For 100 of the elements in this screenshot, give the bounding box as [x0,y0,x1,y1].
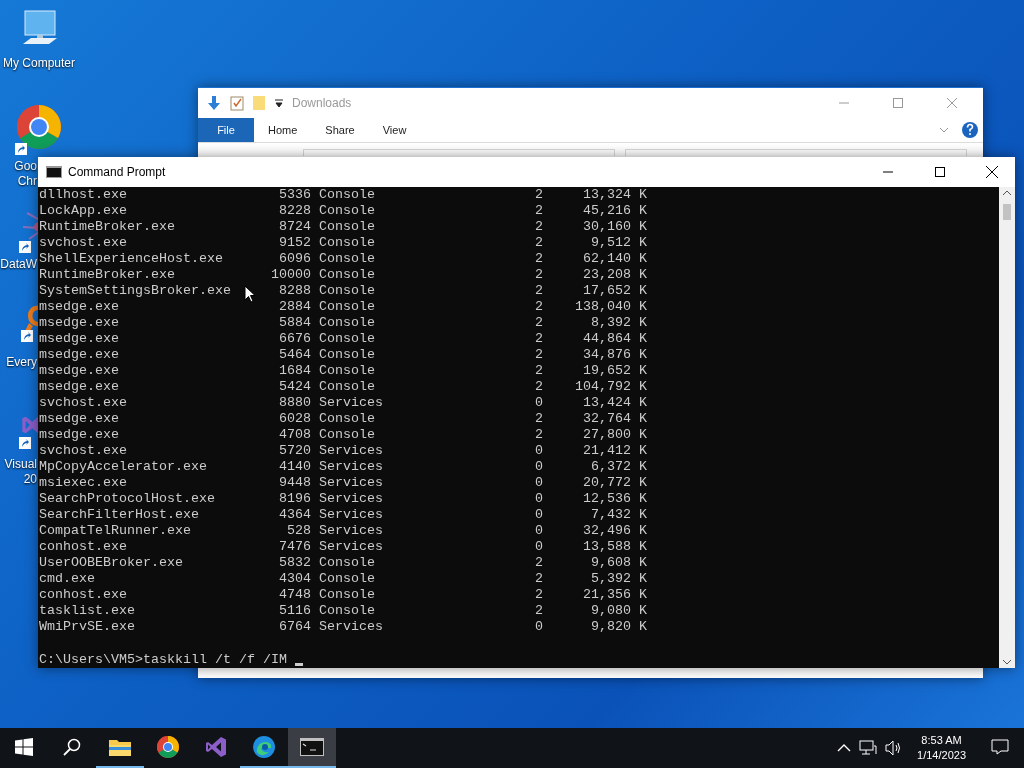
process-name: cmd.exe [39,571,95,587]
process-id: 6676 [279,331,311,347]
edge-icon[interactable] [252,735,276,759]
process-name: conhost.exe [39,587,127,603]
icon-label: Visual [4,457,37,472]
chrome-icon [15,103,63,151]
time-text: 8:53 AM [921,733,962,748]
memory-usage: 138,040 K [575,299,647,315]
scroll-thumb[interactable] [1003,204,1011,220]
process-name: msedge.exe [39,411,119,427]
session-number: 0 [535,539,543,555]
session-number: 0 [535,475,543,491]
text-cursor [294,663,303,666]
chevron-up-icon[interactable] [837,743,852,753]
window-title: Downloads [292,96,352,110]
icon-label: Chr [17,174,37,189]
icon-label: My Computer [3,56,75,71]
session-name: Services [319,539,383,555]
visual-studio-icon [204,735,228,759]
process-name: SystemSettingsBroker.exe [39,283,231,299]
session-name: Console [319,427,375,443]
process-id: 528 [287,523,311,539]
scroll-down-icon[interactable] [1003,659,1011,665]
session-name: Console [319,203,375,219]
icon-label: Every [6,355,37,370]
process-id: 1684 [279,363,311,379]
memory-usage: 8,392 K [591,315,647,331]
properties-icon[interactable] [230,95,244,111]
session-number: 2 [535,251,543,267]
folder-icon[interactable] [108,737,132,757]
dropdown-icon[interactable] [274,98,284,108]
session-name: Console [319,283,375,299]
memory-usage: 21,356 K [583,587,647,603]
process-id: 5116 [279,603,311,619]
process-name: msedge.exe [39,379,119,395]
memory-usage: 45,216 K [583,203,647,219]
scroll-up-icon[interactable] [1003,190,1011,196]
session-number: 2 [535,555,543,571]
shortcut-arrow-icon [19,241,31,253]
session-number: 0 [535,507,543,523]
process-name: svchost.exe [39,443,127,459]
chrome-icon [156,735,180,759]
memory-usage: 34,876 K [583,347,647,363]
command-line[interactable]: C:\Users\VM5>taskkill /t /f /IM [39,652,287,668]
network-icon[interactable] [859,740,878,756]
ribbon-tab[interactable]: Share [311,118,369,142]
ribbon-tab[interactable]: Home [254,118,312,142]
process-name: SearchProtocolHost.exe [39,491,215,507]
speech-bubble-icon [991,739,1009,755]
session-number: 2 [535,187,543,203]
session-number: 2 [535,203,543,219]
process-name: msedge.exe [39,363,119,379]
process-name: msiexec.exe [39,475,127,491]
ribbon-tab[interactable]: File [198,118,254,142]
search-field[interactable] [625,149,967,156]
session-name: Console [319,603,375,619]
process-name: conhost.exe [39,539,127,555]
console-icon[interactable] [300,738,324,756]
process-name: SearchFilterHost.exe [39,507,199,523]
process-name: RuntimeBroker.exe [39,267,175,283]
maximize-icon [935,167,945,177]
session-number: 2 [535,363,543,379]
memory-usage: 32,496 K [583,523,647,539]
memory-usage: 20,772 K [583,475,647,491]
process-id: 4708 [279,427,311,443]
process-name: tasklist.exe [39,603,135,619]
process-id: 8228 [279,203,311,219]
scrollbar[interactable] [999,187,1015,668]
session-name: Console [319,587,375,603]
session-name: Console [319,235,375,251]
console-icon [46,166,62,178]
session-number: 0 [535,491,543,507]
icon-label: 20 [23,472,37,487]
session-number: 2 [535,603,543,619]
session-name: Console [319,331,375,347]
windows-logo-icon [15,738,33,756]
session-name: Console [319,187,375,203]
session-number: 0 [535,443,543,459]
ribbon-tab[interactable]: View [368,118,421,142]
session-number: 2 [535,427,543,443]
memory-usage: 13,588 K [583,539,647,555]
process-id: 4140 [279,459,311,475]
icon-label: Goo [14,159,37,174]
session-number: 2 [535,219,543,235]
process-name: UserOOBEBroker.exe [39,555,183,571]
process-name: svchost.exe [39,235,127,251]
process-name: msedge.exe [39,427,119,443]
session-name: Console [319,299,375,315]
taskbar-app-button[interactable] [288,728,336,768]
clock[interactable]: 8:53 AM 1/14/2023 [911,733,972,763]
session-name: Services [319,619,383,635]
memory-usage: 27,800 K [583,427,647,443]
process-name: CompatTelRunner.exe [39,523,191,539]
process-id: 8196 [279,491,311,507]
process-id: 10000 [271,267,311,283]
process-name: RuntimeBroker.exe [39,219,175,235]
icon-label: DataW [0,257,37,272]
close-icon [986,166,998,178]
session-name: Console [319,411,375,427]
session-number: 2 [535,235,543,251]
